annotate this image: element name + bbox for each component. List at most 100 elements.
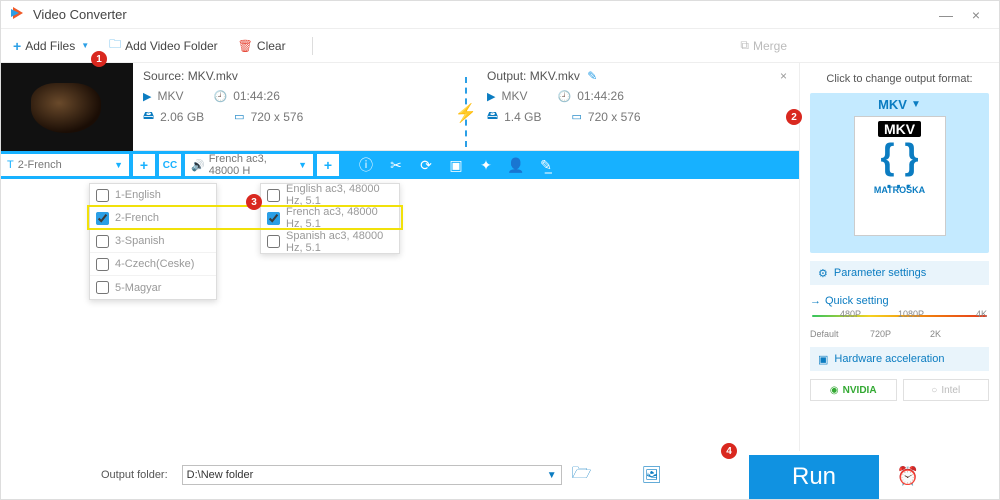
dots-icon: …	[884, 175, 916, 183]
add-subtitle-button[interactable]: +	[133, 154, 155, 176]
chevron-down-icon: ▼	[298, 160, 307, 170]
nvidia-chip[interactable]: ◉NVIDIA	[810, 379, 897, 401]
intel-chip[interactable]: ○ Intel	[903, 379, 990, 401]
option-label: English ac3, 48000 Hz, 5.1	[286, 183, 393, 207]
close-button[interactable]: ×	[961, 7, 991, 23]
subtitle-selector[interactable]: T 2-French ▼	[1, 154, 129, 176]
resolution-icon: ▭	[234, 110, 244, 123]
titlebar: Video Converter — ×	[1, 1, 999, 29]
chip-icon: ▣	[818, 353, 828, 366]
hw-accel-button[interactable]: ▣ Hardware acceleration	[810, 347, 989, 371]
edit-output-button[interactable]: ✎	[587, 69, 597, 83]
disk-icon: 🖴	[143, 107, 154, 126]
add-files-label: Add Files	[25, 39, 75, 53]
checkbox[interactable]	[96, 235, 109, 248]
effects-button[interactable]: ✦	[473, 154, 499, 176]
clear-label: Clear	[257, 39, 286, 53]
clear-button[interactable]: 🗑 Clear	[238, 39, 286, 53]
callout-badge-4: 4	[721, 443, 737, 459]
output-format-card[interactable]: MKV ▼ MKV { } … MATROŠKA	[810, 93, 989, 253]
option-label: 2-French	[115, 212, 159, 224]
scale-2k: 2K	[930, 329, 941, 339]
audio-selector[interactable]: 🔊 French ac3, 48000 H ▼	[185, 154, 313, 176]
clock-icon: 🕘	[213, 90, 227, 103]
checkbox[interactable]	[96, 281, 109, 294]
edit-button[interactable]: ✎̲	[533, 154, 559, 176]
subtitle-option[interactable]: 3-Spanish	[90, 230, 216, 253]
run-button[interactable]: Run	[749, 455, 879, 499]
mkv-badge: MKV	[878, 121, 921, 137]
file-info: × Source: MKV.mkv ▶MKV 🕘01:44:26 🖴2.06 G…	[133, 63, 799, 150]
add-files-button[interactable]: + Add Files ▼	[13, 38, 89, 54]
play-icon: ▶	[143, 90, 151, 103]
output-folder-field[interactable]: D:\New folder ▼	[182, 465, 562, 485]
sliders-icon: ⚙	[818, 267, 828, 280]
audio-selected: French ac3, 48000 H	[209, 153, 294, 177]
chevron-down-icon[interactable]: ▼	[81, 41, 89, 50]
add-folder-button[interactable]: 🗀 Add Video Folder	[109, 35, 218, 56]
minimize-button[interactable]: —	[931, 7, 961, 23]
callout-badge-1: 1	[91, 51, 107, 67]
scale-720p: 720P	[870, 329, 891, 339]
intel-icon: ○	[931, 385, 937, 396]
subtitle-option[interactable]: 4-Czech(Ceske)	[90, 253, 216, 276]
remove-item-button[interactable]: ×	[780, 69, 787, 83]
snapshot-button[interactable]: 🖼	[642, 465, 662, 485]
toolbar-separator	[312, 37, 313, 55]
subtitle-dropdown: 1-English 2-French 3-Spanish 4-Czech(Ces…	[89, 183, 217, 300]
output-title-text: Output: MKV.mkv	[487, 69, 580, 83]
cc-button[interactable]: CC	[159, 154, 181, 176]
play-icon: ▶	[487, 90, 495, 103]
add-audio-button[interactable]: +	[317, 154, 339, 176]
nvidia-label: NVIDIA	[843, 385, 877, 396]
subtitle-selected: 2-French	[18, 159, 62, 171]
checkbox[interactable]	[267, 189, 280, 202]
video-thumbnail[interactable]	[1, 63, 133, 151]
checkbox[interactable]	[96, 258, 109, 271]
arrow-right-icon: →	[810, 295, 821, 307]
crop-button[interactable]: ▣	[443, 154, 469, 176]
cut-button[interactable]: ✂	[383, 154, 409, 176]
speaker-icon: 🔊	[191, 159, 205, 172]
subtitle-option[interactable]: 1-English	[90, 184, 216, 207]
resolution-icon: ▭	[571, 110, 581, 123]
schedule-button[interactable]: ⏰	[897, 466, 919, 487]
source-duration: 01:44:26	[233, 89, 280, 103]
file-list-column: × Source: MKV.mkv ▶MKV 🕘01:44:26 🖴2.06 G…	[1, 63, 799, 451]
text-t-icon: T	[7, 159, 14, 171]
file-header: × Source: MKV.mkv ▶MKV 🕘01:44:26 🖴2.06 G…	[1, 63, 799, 151]
checkbox[interactable]	[96, 189, 109, 202]
info-button[interactable]: ⓘ	[353, 154, 379, 176]
subtitle-option[interactable]: 5-Magyar	[90, 276, 216, 299]
audio-option[interactable]: English ac3, 48000 Hz, 5.1	[261, 184, 399, 207]
quality-slider[interactable]: 480P 1080P 4K Default 720P 2K	[810, 315, 989, 337]
output-info: Output: MKV.mkv ✎ ▶MKV 🕘01:44:26 🖴1.4 GB…	[487, 69, 789, 144]
output-resolution: 720 x 576	[588, 110, 641, 124]
lightning-icon: ⚡	[455, 102, 477, 123]
callout-badge-3: 3	[246, 194, 262, 210]
option-label: 3-Spanish	[115, 235, 165, 247]
output-size: 1.4 GB	[504, 110, 541, 124]
param-settings-label: Parameter settings	[834, 267, 926, 279]
audio-option[interactable]: Spanish ac3, 48000 Hz, 5.1	[261, 230, 399, 253]
checkbox[interactable]	[267, 212, 280, 225]
subtitle-option[interactable]: 2-French	[90, 207, 216, 230]
file-item: × Source: MKV.mkv ▶MKV 🕘01:44:26 🖴2.06 G…	[1, 63, 799, 179]
rotate-button[interactable]: ⟳	[413, 154, 439, 176]
scale-480p: 480P	[840, 309, 861, 319]
output-path-text: D:\New folder	[187, 469, 254, 481]
right-panel: Click to change output format: MKV ▼ MKV…	[799, 63, 999, 451]
open-folder-button[interactable]: 🗁	[572, 462, 592, 489]
checkbox[interactable]	[267, 235, 280, 248]
checkbox[interactable]	[96, 212, 109, 225]
format-logo: MKV { } … MATROŠKA	[854, 116, 946, 236]
merge-button[interactable]: ⧉ Merge	[740, 38, 787, 53]
merge-label: Merge	[753, 39, 787, 53]
option-label: 5-Magyar	[115, 282, 161, 294]
parameter-settings-button[interactable]: ⚙ Parameter settings	[810, 261, 989, 285]
audio-option[interactable]: French ac3, 48000 Hz, 5.1	[261, 207, 399, 230]
option-label: French ac3, 48000 Hz, 5.1	[286, 206, 393, 230]
watermark-button[interactable]: 👤	[503, 154, 529, 176]
format-label: MKV	[878, 97, 907, 112]
intel-label: Intel	[941, 385, 960, 396]
